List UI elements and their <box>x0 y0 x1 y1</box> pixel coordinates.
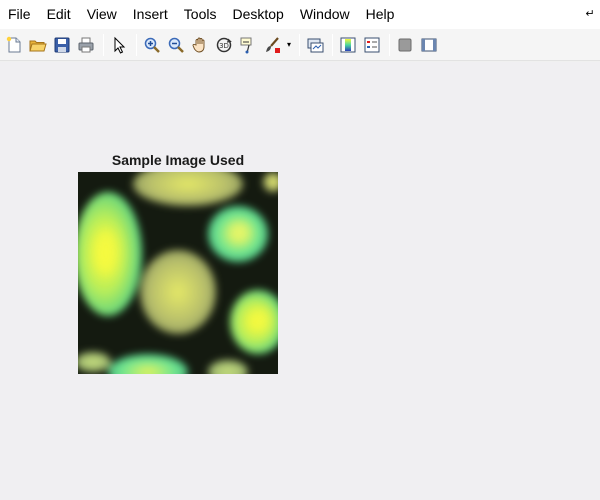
svg-text:3D: 3D <box>219 42 229 50</box>
figure-toolbar: 3D ▾ <box>0 29 600 61</box>
toolbar-separator <box>299 33 300 56</box>
menu-bar: File Edit View Insert Tools Desktop Wind… <box>0 0 600 29</box>
brush-dropdown-icon[interactable]: ▾ <box>285 34 293 56</box>
data-cursor-icon[interactable] <box>237 34 259 56</box>
sample-image-canvas <box>78 172 278 374</box>
menu-edit[interactable]: Edit <box>40 0 80 29</box>
menu-desktop[interactable]: Desktop <box>225 0 292 29</box>
menu-window[interactable]: Window <box>293 0 359 29</box>
menu-tools[interactable]: Tools <box>177 0 226 29</box>
figure-canvas: Sample Image Used <box>0 62 600 500</box>
zoom-out-icon[interactable] <box>165 34 187 56</box>
insert-legend-icon[interactable] <box>361 34 383 56</box>
sample-image <box>78 172 278 374</box>
open-file-icon[interactable] <box>27 34 49 56</box>
insert-colorbar-icon[interactable] <box>337 34 359 56</box>
print-figure-icon[interactable] <box>75 34 97 56</box>
menu-view[interactable]: View <box>80 0 126 29</box>
save-figure-icon[interactable] <box>51 34 73 56</box>
rotate-3d-icon[interactable]: 3D <box>213 34 235 56</box>
hide-plot-tools-icon[interactable] <box>394 34 416 56</box>
toolbar-separator <box>389 33 390 56</box>
dock-arrow-icon[interactable]: ↵ <box>584 8 596 20</box>
link-plot-icon[interactable] <box>304 34 326 56</box>
zoom-in-icon[interactable] <box>141 34 163 56</box>
axes-title: Sample Image Used <box>111 152 245 168</box>
toolbar-separator <box>136 33 137 56</box>
menu-file[interactable]: File <box>0 0 40 29</box>
toolbar-separator <box>332 33 333 56</box>
toolbar-separator <box>103 33 104 56</box>
pan-icon[interactable] <box>189 34 211 56</box>
new-figure-icon[interactable] <box>3 34 25 56</box>
show-plot-tools-icon[interactable] <box>418 34 440 56</box>
edit-plot-icon[interactable] <box>108 34 130 56</box>
menu-help[interactable]: Help <box>359 0 404 29</box>
menu-insert[interactable]: Insert <box>126 0 177 29</box>
brush-icon[interactable] <box>261 34 283 56</box>
